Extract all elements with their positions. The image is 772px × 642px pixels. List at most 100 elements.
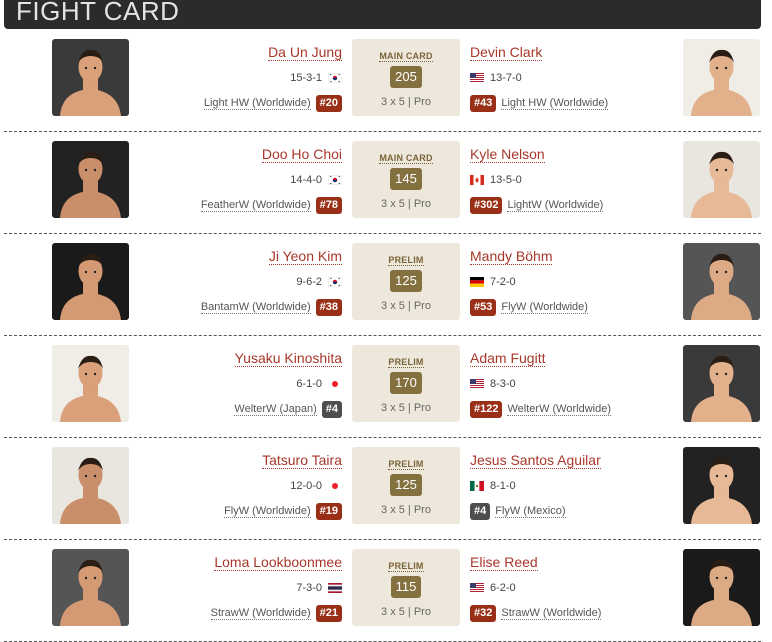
- fighter-name-left[interactable]: Da Un Jung: [268, 44, 342, 61]
- record-text: 6-2-0: [490, 582, 516, 594]
- fighter-photo-left[interactable]: [52, 345, 129, 422]
- fighter-ranking-right: #53 FlyW (Worldwide): [470, 299, 588, 316]
- fighter-record-right: 13-7-0: [470, 72, 522, 84]
- fighter-name-left[interactable]: Yusaku Kinoshita: [234, 350, 342, 367]
- fighter-photo-right[interactable]: [683, 39, 760, 116]
- flag-mx-icon: [470, 481, 484, 491]
- rank-badge[interactable]: #20: [315, 95, 342, 112]
- rounds-text: 3 x 5 | Pro: [381, 198, 431, 210]
- weight-class-link[interactable]: WelterW (Japan): [234, 403, 317, 416]
- rank-badge[interactable]: #78: [315, 197, 342, 214]
- card-type-label[interactable]: PRELIM: [388, 459, 424, 470]
- rank-badge[interactable]: #19: [315, 503, 342, 520]
- rank-badge[interactable]: #38: [315, 299, 342, 316]
- rounds-text: 3 x 5 | Pro: [381, 402, 431, 414]
- record-text: 12-0-0: [290, 480, 322, 492]
- rank-badge[interactable]: #43: [470, 95, 497, 112]
- rank-badge[interactable]: #4: [470, 503, 491, 520]
- fighter-record-left: 6-1-0: [296, 378, 342, 390]
- weight-badge: 205: [390, 66, 422, 88]
- weight-badge: 125: [390, 474, 422, 496]
- fighter-ranking-left: FlyW (Worldwide) #19: [224, 503, 342, 520]
- bout-info: MAIN CARD 205 3 x 5 | Pro: [352, 39, 460, 116]
- weight-class-link[interactable]: FlyW (Worldwide): [501, 301, 588, 314]
- fighter-ranking-left: BantamW (Worldwide) #38: [200, 299, 342, 316]
- fighter-photo-left[interactable]: [52, 141, 129, 218]
- fighter-name-left[interactable]: Loma Lookboonmee: [214, 554, 342, 571]
- fighter-photo-right[interactable]: [683, 141, 760, 218]
- rank-badge[interactable]: #122: [470, 401, 503, 418]
- weight-badge: 145: [390, 168, 422, 190]
- fighter-ranking-right: #302 LightW (Worldwide): [470, 197, 604, 214]
- fighter-name-right[interactable]: Elise Reed: [470, 554, 538, 571]
- fighter-photo-right[interactable]: [683, 243, 760, 320]
- weight-class-link[interactable]: StrawW (Worldwide): [210, 607, 311, 620]
- weight-class-link[interactable]: FeatherW (Worldwide): [200, 199, 311, 212]
- fight-card-header: FIGHT CARD: [4, 0, 761, 29]
- bout-info: PRELIM 125 3 x 5 | Pro: [352, 447, 460, 524]
- weight-class-link[interactable]: StrawW (Worldwide): [501, 607, 602, 620]
- record-text: 7-2-0: [490, 276, 516, 288]
- fighter-ranking-left: Light HW (Worldwide) #20: [203, 95, 342, 112]
- record-text: 13-5-0: [490, 174, 522, 186]
- record-text: 9-6-2: [296, 276, 322, 288]
- fighter-ranking-left: WelterW (Japan) #4: [234, 401, 342, 418]
- flag-us-icon: [470, 379, 484, 389]
- fighter-record-right: 7-2-0: [470, 276, 516, 288]
- flag-kr-icon: [328, 175, 342, 185]
- fighter-photo-left[interactable]: [52, 549, 129, 626]
- rounds-text: 3 x 5 | Pro: [381, 96, 431, 108]
- fighter-name-left[interactable]: Tatsuro Taira: [262, 452, 342, 469]
- rank-badge[interactable]: #32: [470, 605, 497, 622]
- bout-info: PRELIM 170 3 x 5 | Pro: [352, 345, 460, 422]
- flag-jp-icon: [328, 481, 342, 491]
- record-text: 15-3-1: [290, 72, 322, 84]
- weight-badge: 115: [390, 576, 422, 598]
- fighter-name-right[interactable]: Kyle Nelson: [470, 146, 545, 163]
- rank-badge[interactable]: #302: [470, 197, 503, 214]
- fighter-photo-right[interactable]: [683, 345, 760, 422]
- weight-class-link[interactable]: BantamW (Worldwide): [200, 301, 311, 314]
- fighter-record-right: 13-5-0: [470, 174, 522, 186]
- card-type-label[interactable]: PRELIM: [388, 561, 424, 572]
- card-type-label[interactable]: MAIN CARD: [379, 153, 433, 164]
- rank-badge[interactable]: #53: [470, 299, 497, 316]
- record-text: 13-7-0: [490, 72, 522, 84]
- fighter-name-right[interactable]: Jesus Santos Aguilar: [470, 452, 601, 469]
- rounds-text: 3 x 5 | Pro: [381, 504, 431, 516]
- fighter-name-right[interactable]: Mandy Böhm: [470, 248, 553, 265]
- fighter-ranking-left: FeatherW (Worldwide) #78: [200, 197, 342, 214]
- weight-class-link[interactable]: FlyW (Mexico): [495, 505, 566, 518]
- weight-class-link[interactable]: WelterW (Worldwide): [507, 403, 611, 416]
- weight-class-link[interactable]: LightW (Worldwide): [507, 199, 604, 212]
- fight-row: Loma Lookboonmee 7-3-0 StrawW (Worldwide) #…: [4, 540, 761, 642]
- weight-class-link[interactable]: Light HW (Worldwide): [501, 97, 609, 110]
- fighter-photo-left[interactable]: [52, 39, 129, 116]
- fighter-photo-left[interactable]: [52, 243, 129, 320]
- fighter-name-right[interactable]: Adam Fugitt: [470, 350, 546, 367]
- card-type-label[interactable]: PRELIM: [388, 357, 424, 368]
- rounds-text: 3 x 5 | Pro: [381, 300, 431, 312]
- weight-class-link[interactable]: Light HW (Worldwide): [203, 97, 311, 110]
- fighter-ranking-left: StrawW (Worldwide) #21: [210, 605, 342, 622]
- fighter-ranking-right: #32 StrawW (Worldwide): [470, 605, 602, 622]
- fighter-record-left: 14-4-0: [290, 174, 342, 186]
- fighter-record-left: 12-0-0: [290, 480, 342, 492]
- fighter-photo-left[interactable]: [52, 447, 129, 524]
- rank-badge[interactable]: #21: [315, 605, 342, 622]
- flag-us-icon: [470, 73, 484, 83]
- card-type-label[interactable]: PRELIM: [388, 255, 424, 266]
- fighter-name-left[interactable]: Ji Yeon Kim: [268, 248, 342, 265]
- fighter-name-left[interactable]: Doo Ho Choi: [261, 146, 342, 163]
- flag-us-icon: [470, 583, 484, 593]
- card-type-label[interactable]: MAIN CARD: [379, 51, 433, 62]
- fighter-photo-right[interactable]: [683, 447, 760, 524]
- flag-kr-icon: [328, 73, 342, 83]
- fighter-ranking-right: #4 FlyW (Mexico): [470, 503, 566, 520]
- weight-class-link[interactable]: FlyW (Worldwide): [224, 505, 311, 518]
- fighter-photo-right[interactable]: [683, 549, 760, 626]
- fighter-name-right[interactable]: Devin Clark: [470, 44, 543, 61]
- record-text: 14-4-0: [290, 174, 322, 186]
- fighter-record-left: 15-3-1: [290, 72, 342, 84]
- rank-badge[interactable]: #4: [321, 401, 342, 418]
